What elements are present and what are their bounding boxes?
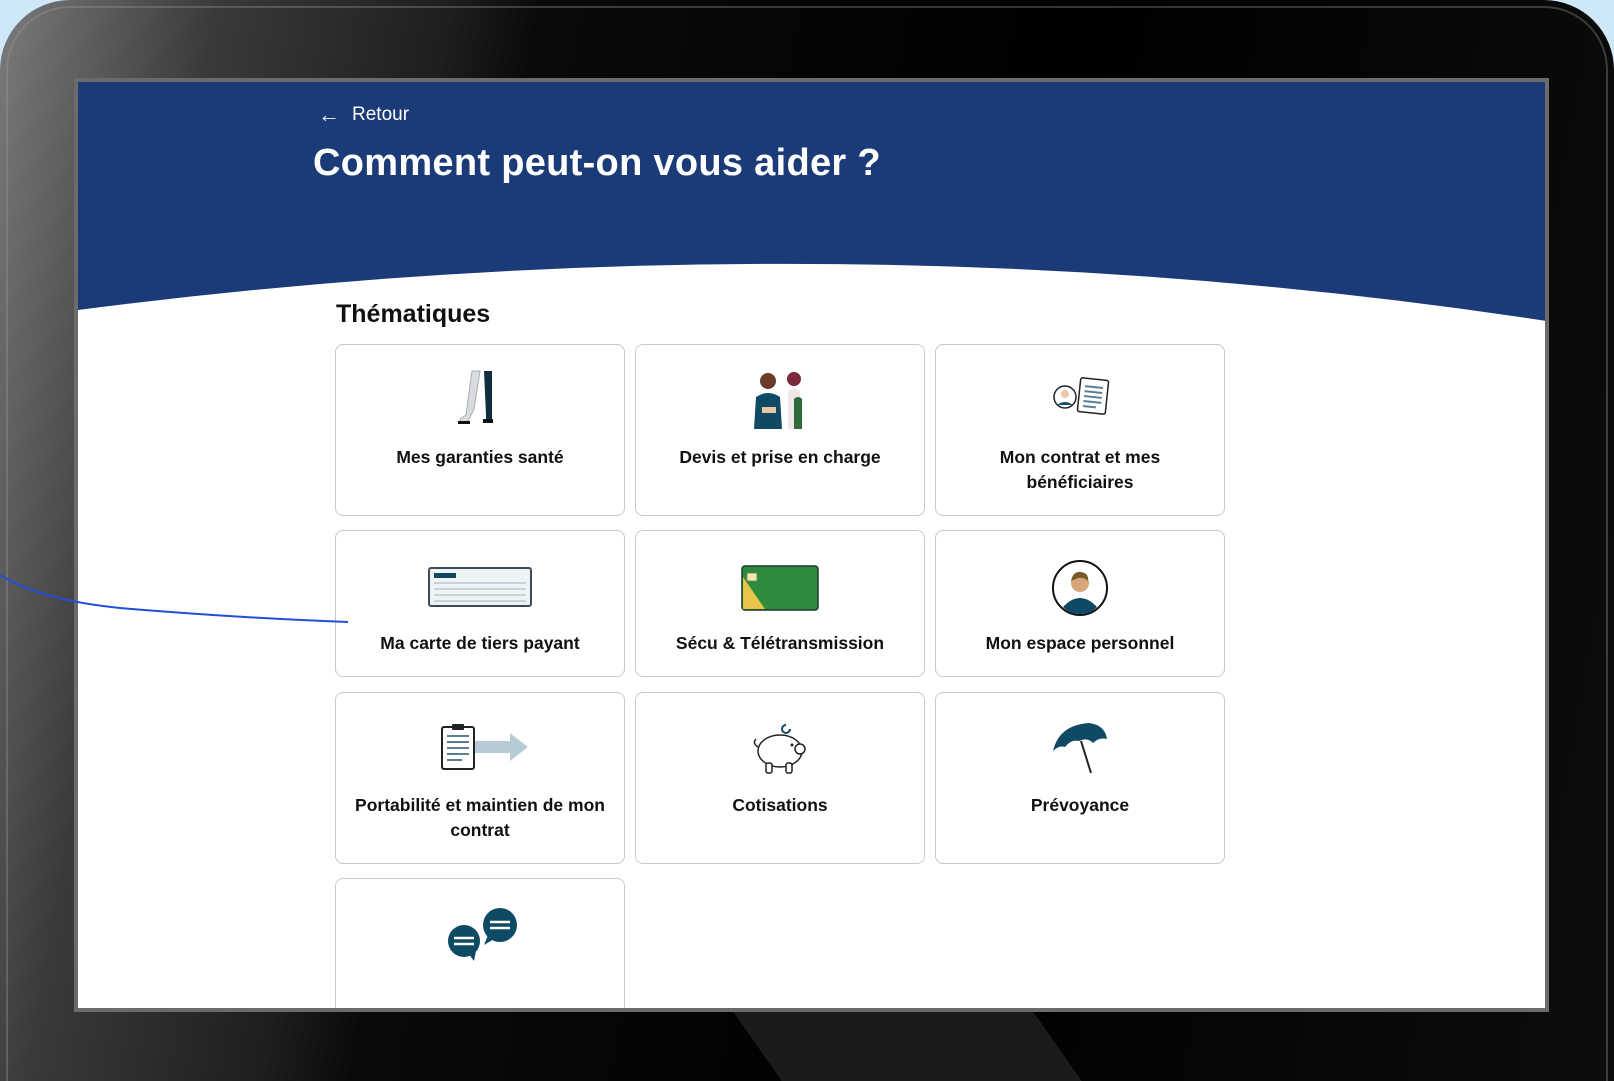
tile-label: Mes garanties santé (396, 447, 564, 467)
person-document-icon (936, 373, 1224, 421)
app-screen: ← Retour Comment peut-on vous aider ? Th… (74, 78, 1549, 1012)
tile-label: Prévoyance (1030, 795, 1130, 815)
tile-label: Sécu & Télétransmission (675, 633, 885, 653)
back-label: Retour (352, 104, 410, 125)
tile-mon-espace-personnel[interactable]: Mon espace personnel (935, 530, 1225, 677)
tablet-frame: ← Retour Comment peut-on vous aider ? Th… (0, 0, 1614, 1081)
chat-bubbles-icon (336, 905, 624, 963)
tile-mes-garanties-sante[interactable]: Mes garanties santé (335, 344, 625, 516)
tile-chat[interactable] (335, 878, 625, 1008)
umbrella-icon (936, 721, 1224, 775)
tile-secu-teletransmission[interactable]: Sécu & Télétransmission (635, 530, 925, 677)
leg-cast-icon (336, 369, 624, 427)
tile-cotisations[interactable]: Cotisations (635, 692, 925, 864)
tile-prevoyance[interactable]: Prévoyance (935, 692, 1225, 864)
health-card-icon (636, 565, 924, 611)
tile-label: Mon contrat et mes bénéficiaires (999, 447, 1161, 492)
tile-portabilite-maintien[interactable]: Portabilité et maintien de mon contrat (335, 692, 625, 864)
tile-label: Cotisations (732, 795, 828, 815)
tile-label: Ma carte de tiers payant (380, 633, 580, 653)
piggy-bank-icon (636, 721, 924, 777)
tile-carte-tiers-payant[interactable]: Ma carte de tiers payant (335, 530, 625, 677)
card-icon (336, 567, 624, 609)
tile-mon-contrat-beneficiaires[interactable]: Mon contrat et mes bénéficiaires (935, 344, 1225, 516)
tile-devis-prise-en-charge[interactable]: Devis et prise en charge (635, 344, 925, 516)
avatar-icon (936, 559, 1224, 617)
back-link[interactable]: ← Retour (318, 102, 409, 128)
section-title: Thématiques (336, 300, 491, 328)
arrow-left-icon: ← (318, 102, 340, 127)
page-title: Comment peut-on vous aider ? (313, 142, 881, 184)
two-people-icon (636, 369, 924, 431)
clipboard-arrow-icon (336, 723, 624, 773)
tile-label: Devis et prise en charge (679, 447, 881, 467)
tile-label: Mon espace personnel (985, 633, 1175, 653)
tile-label: Portabilité et maintien de mon contrat (355, 795, 605, 840)
